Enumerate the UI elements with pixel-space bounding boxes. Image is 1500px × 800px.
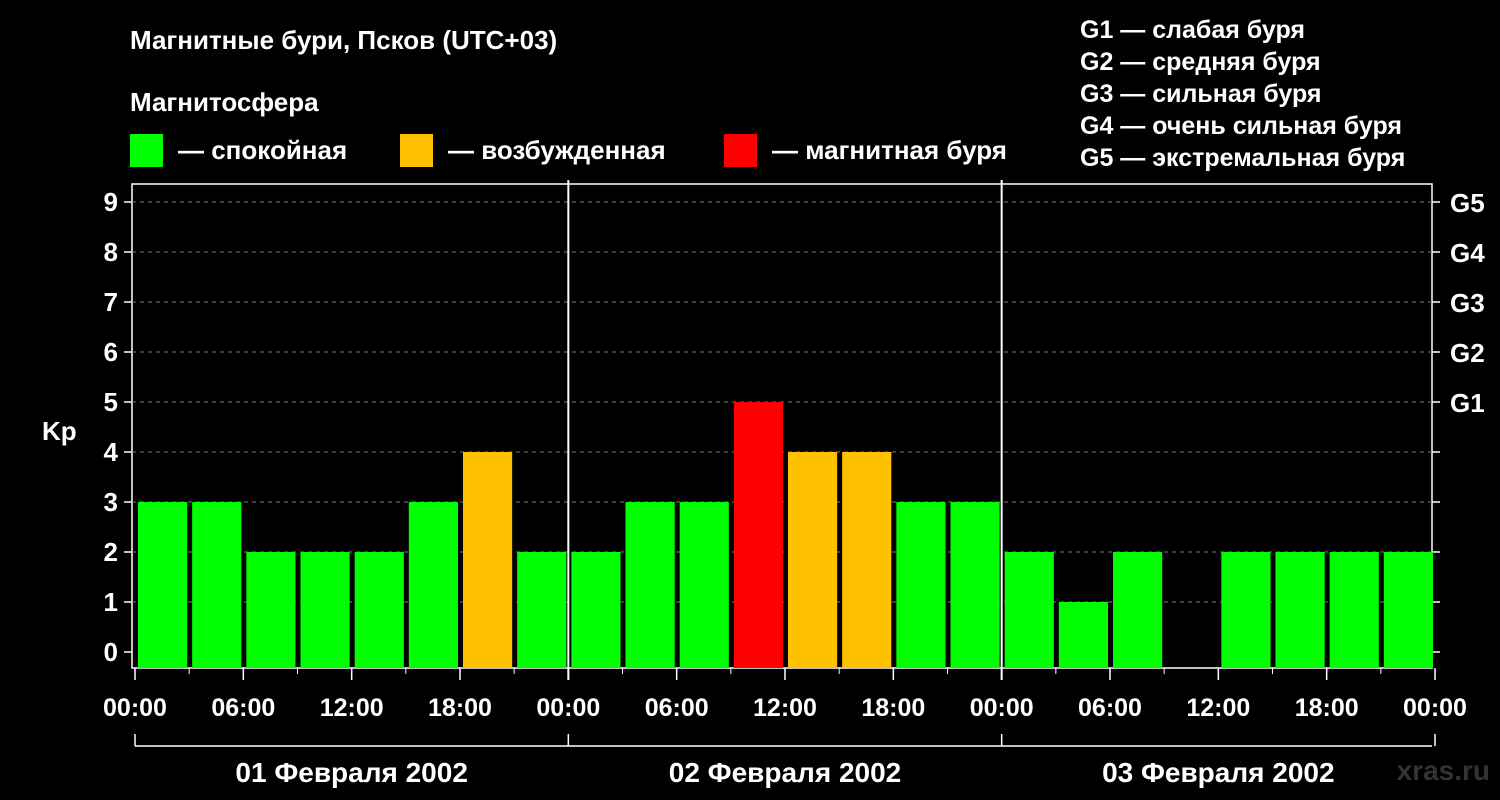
x-tick-label: 00:00 [103, 694, 167, 722]
y-tick-label: 3 [104, 487, 118, 517]
x-tick-label: 12:00 [753, 694, 817, 722]
kp-bar [571, 552, 621, 668]
kp-bar [408, 502, 458, 668]
x-tick-label: 12:00 [1186, 694, 1250, 722]
kp-bar [1058, 602, 1108, 668]
kp-bar [138, 502, 188, 668]
y-tick-label: 6 [104, 337, 118, 367]
kp-bar [192, 502, 242, 668]
y-tick-label: 2 [104, 537, 118, 567]
x-tick-label: 00:00 [536, 694, 600, 722]
kp-bar [300, 552, 350, 668]
g-scale-label: G4 [1450, 238, 1485, 268]
kp-bar [517, 552, 567, 668]
y-tick-label: 1 [104, 587, 118, 617]
kp-bar [1221, 552, 1271, 668]
day-label: 02 Февраля 2002 [669, 757, 901, 788]
kp-bar [1004, 552, 1054, 668]
kp-bar [463, 452, 513, 668]
x-tick-label: 18:00 [428, 694, 492, 722]
y-tick-label: 5 [104, 387, 118, 417]
x-tick-label: 12:00 [320, 694, 384, 722]
y-axis-label: Kp [42, 416, 77, 446]
kp-bar-chart: 0 1 2 3 4 5 6 7 8 9 G1 G2 G3 G4 G5 Kp 00:00 06:00 12:00 18:… [42, 180, 1485, 788]
g-scale-label: G1 [1450, 388, 1485, 418]
watermark: xras.ru [1396, 755, 1490, 786]
day-label: 01 Февраля 2002 [235, 757, 467, 788]
g-scale-label: G5 [1450, 188, 1485, 218]
kp-bar [950, 502, 1000, 668]
kp-bar [625, 502, 675, 668]
kp-bar [1383, 552, 1433, 668]
x-tick-label: 18:00 [861, 694, 925, 722]
x-tick-label: 06:00 [211, 694, 275, 722]
kp-bar [246, 552, 296, 668]
y-tick-label: 9 [104, 187, 118, 217]
x-tick-label: 18:00 [1295, 694, 1359, 722]
kp-bar [842, 452, 892, 668]
g-scale-label: G2 [1450, 338, 1485, 368]
kp-bar [896, 502, 946, 668]
day-label: 03 Февраля 2002 [1102, 757, 1334, 788]
kp-bar [733, 402, 783, 668]
x-tick-label: 06:00 [1078, 694, 1142, 722]
y-tick-label: 4 [104, 437, 119, 467]
kp-bar [788, 452, 838, 668]
kp-bar [679, 502, 729, 668]
g-scale-label: G3 [1450, 288, 1485, 318]
kp-bar [354, 552, 404, 668]
kp-bar [1113, 552, 1163, 668]
kp-bar [1329, 552, 1379, 668]
y-tick-label: 7 [104, 287, 118, 317]
x-tick-label: 06:00 [645, 694, 709, 722]
kp-bar [1275, 552, 1325, 668]
y-tick-label: 8 [104, 237, 118, 267]
x-tick-label: 00:00 [1403, 694, 1467, 722]
x-tick-label: 00:00 [970, 694, 1034, 722]
y-tick-label: 0 [104, 637, 118, 667]
